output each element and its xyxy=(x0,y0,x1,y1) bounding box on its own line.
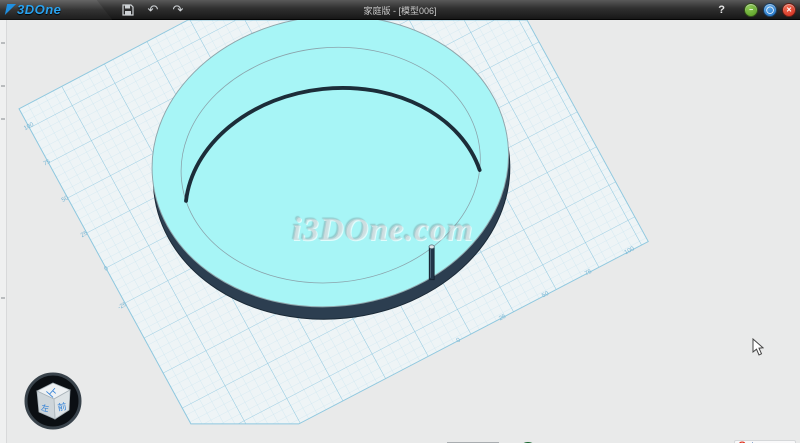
undo-button[interactable]: ↶ xyxy=(145,2,161,18)
help-button[interactable]: ? xyxy=(718,4,725,16)
save-icon[interactable] xyxy=(120,2,136,18)
maximize-button[interactable]: ◯ xyxy=(763,3,777,17)
floppy-disk-icon xyxy=(122,4,134,16)
title-bar: 3DOne ↶ ↷ 家庭版 - [模型006] ? − ◯ ✕ xyxy=(0,0,800,20)
app-window: 3DOne ↶ ↷ 家庭版 - [模型006] ? − ◯ ✕ xyxy=(0,0,800,443)
peg-model[interactable] xyxy=(429,245,434,280)
collapsed-panel-strip[interactable] xyxy=(0,20,7,443)
cube-face-front[interactable]: 前 xyxy=(57,400,68,412)
minimize-button[interactable]: − xyxy=(744,3,758,17)
app-logo: 3DOne xyxy=(0,0,112,20)
scene-canvas: 100 75 50 25 0 -25 0 25 50 75 100 xyxy=(0,20,800,443)
logo-text: 3DOne xyxy=(17,2,61,17)
window-title: 家庭版 - [模型006] xyxy=(363,0,436,20)
close-button[interactable]: ✕ xyxy=(782,3,796,17)
3d-viewport[interactable]: 100 75 50 25 0 -25 0 25 50 75 100 xyxy=(0,20,800,443)
view-cube[interactable]: 上 前 左 xyxy=(18,366,88,436)
logo-wedge-icon xyxy=(5,4,16,15)
redo-button[interactable]: ↷ xyxy=(170,2,186,18)
